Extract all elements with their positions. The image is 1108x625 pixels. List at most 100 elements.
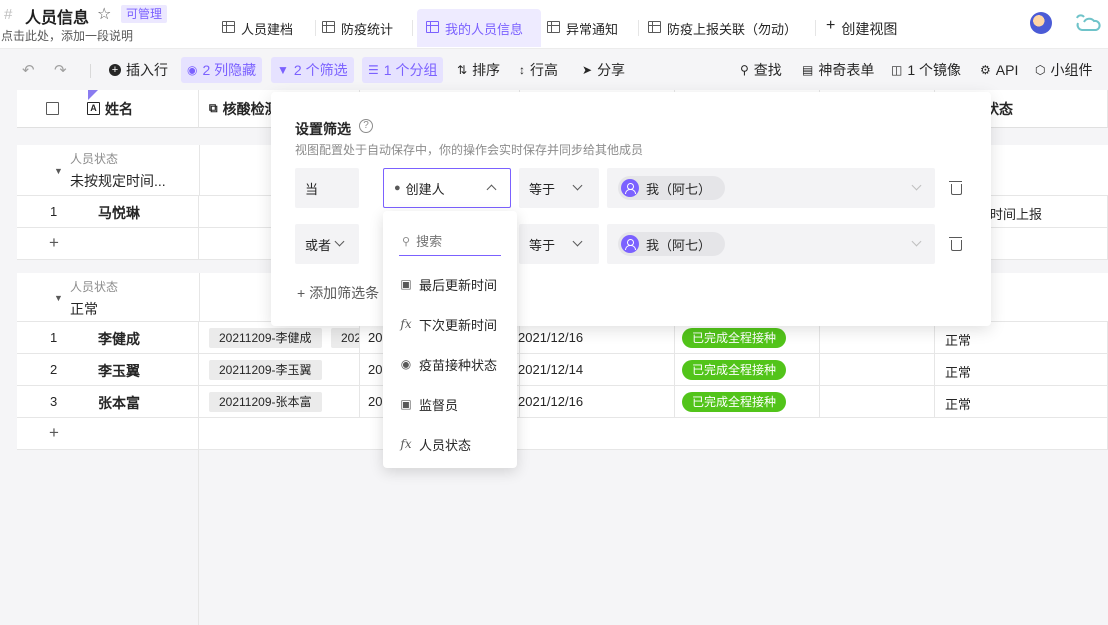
user-pill[interactable]: 我（阿七）	[618, 176, 726, 200]
api-icon: ⚙	[980, 63, 991, 77]
chevron-down-icon	[572, 180, 583, 191]
toolbar: ↶ ↷ + 插入行 ◉ 2 列隐藏 ▼ 2 个筛选 ☰ 1 个分组 ⇅ 排序 ↕…	[0, 48, 1108, 90]
group-button[interactable]: ☰ 1 个分组	[362, 57, 444, 83]
tab-divider	[315, 20, 316, 36]
nucleic-test-cell[interactable]: 20211209-李健成 202	[199, 322, 360, 354]
delete-condition-icon[interactable]	[949, 237, 962, 251]
tab-divider	[638, 20, 639, 36]
collapse-caret-icon[interactable]: ▼	[54, 166, 63, 176]
mirror-icon: ◫	[891, 63, 903, 77]
collapse-caret-icon[interactable]: ▼	[54, 293, 63, 303]
link-field-icon: ⧉	[209, 101, 218, 115]
filter-icon: ▼	[277, 63, 289, 77]
vaccine-status-cell[interactable]: 已完成全程接种	[675, 322, 820, 354]
dropdown-item-personnel-status[interactable]: fx 人员状态	[399, 434, 471, 454]
user-avatar-icon	[621, 179, 639, 197]
table-row[interactable]: 1 李健成	[17, 322, 199, 354]
help-icon[interactable]: ?	[359, 119, 373, 133]
filter-description: 视图配置处于自动保存中，你的操作会实时保存并同步给其他成员	[295, 143, 644, 157]
permission-badge: 可管理	[121, 5, 168, 23]
field-search-input[interactable]	[416, 233, 497, 249]
tab-divider	[412, 20, 413, 36]
dropdown-item-next-update[interactable]: fx 下次更新时间	[399, 314, 497, 334]
dropdown-item-last-updated[interactable]: ▣ 最后更新时间	[399, 274, 497, 294]
status-cell[interactable]: 正常	[935, 354, 1108, 386]
page-description[interactable]: 点击此处，添加一段说明	[1, 27, 133, 44]
api-button[interactable]: ⚙ API	[974, 57, 1024, 83]
cloud-logo-icon[interactable]	[1072, 14, 1102, 32]
sort-button[interactable]: ⇅ 排序	[451, 57, 506, 83]
table-cell[interactable]	[820, 322, 935, 354]
status-cell[interactable]: 正常	[935, 386, 1108, 418]
delete-condition-icon[interactable]	[949, 181, 962, 195]
select-all-checkbox[interactable]	[45, 102, 59, 115]
date-cell[interactable]: 2021/12/16	[518, 322, 675, 354]
chevron-down-icon	[334, 236, 345, 247]
date-cell[interactable]: 2021/12/16	[518, 386, 675, 418]
formula-icon: fx	[400, 437, 412, 451]
table-cell[interactable]	[820, 386, 935, 418]
dropdown-item-vaccine-status[interactable]: ◉ 疫苗接种状态	[399, 354, 497, 374]
status-cell[interactable]: 正常	[935, 322, 1108, 354]
widget-button[interactable]: ⬡ 小组件	[1029, 57, 1098, 83]
page-title[interactable]: 人员信息	[25, 4, 89, 28]
vaccine-status-cell[interactable]: 已完成全程接种	[675, 386, 820, 418]
table-row[interactable]: 2 李玉翼	[17, 354, 199, 386]
nucleic-test-cell[interactable]: 20211209-张本富	[199, 386, 360, 418]
hidden-columns-button[interactable]: ◉ 2 列隐藏	[181, 57, 263, 83]
add-row-button[interactable]: +	[17, 418, 199, 450]
status-badge: 已完成全程接种	[682, 392, 787, 412]
filter-button[interactable]: ▼ 2 个筛选	[271, 57, 354, 83]
formula-icon: fx	[400, 317, 412, 331]
tab-my-personnel-info[interactable]: 我的人员信息	[417, 9, 541, 47]
conjunction-select[interactable]: 或者	[295, 224, 359, 264]
table-cell[interactable]	[820, 354, 935, 386]
field-select[interactable]: ● 创建人	[383, 168, 511, 208]
create-view-button[interactable]: + 创建视图	[826, 9, 897, 47]
user-avatar[interactable]	[1030, 12, 1052, 34]
row-height-button[interactable]: ↕ 行高	[513, 57, 564, 83]
operator-select[interactable]: 等于	[519, 168, 599, 208]
status-badge: 已完成全程接种	[682, 360, 787, 380]
redo-icon[interactable]: ↷	[54, 61, 67, 79]
plus-icon: +	[297, 285, 306, 301]
find-button[interactable]: ⚲ 查找	[734, 57, 788, 83]
row-height-icon: ↕	[519, 63, 525, 77]
tab-epidemic-report-link[interactable]: 防疫上报关联（勿动）	[648, 9, 797, 47]
table-row[interactable]: 3 张本富	[17, 386, 199, 418]
field-dropdown: ⚲ ▣ 最后更新时间 fx 下次更新时间 ◉ 疫苗接种状态 ▣ 监督员 fx 人…	[383, 211, 517, 468]
share-button[interactable]: ➤ 分享	[576, 57, 631, 83]
add-condition-button[interactable]: + 添加筛选条	[297, 283, 379, 303]
operator-select[interactable]: 等于	[519, 224, 599, 264]
table-row[interactable]: 1 马悦琳	[17, 196, 199, 228]
mirror-button[interactable]: ◫ 1 个镜像	[885, 57, 967, 83]
magic-form-button[interactable]: ▤ 神奇表单	[796, 57, 880, 83]
field-search[interactable]: ⚲	[399, 227, 501, 256]
plus-icon: +	[826, 17, 836, 34]
value-select[interactable]: 我（阿七）	[607, 224, 935, 264]
vaccine-status-cell[interactable]: 已完成全程接种	[675, 354, 820, 386]
insert-row-button[interactable]: + 插入行	[103, 57, 174, 83]
add-row-button[interactable]: +	[17, 228, 199, 260]
nucleic-test-cell[interactable]: 20211209-李玉翼	[199, 354, 360, 386]
grid-view-icon	[648, 21, 661, 33]
sort-icon: ⇅	[457, 63, 468, 77]
add-row-filler	[199, 418, 1108, 450]
date-cell[interactable]: 2021/12/14	[518, 354, 675, 386]
send-icon: ➤	[582, 63, 593, 77]
filter-title: 设置筛选	[295, 121, 351, 137]
group-icon: ☰	[368, 63, 379, 77]
tab-divider	[815, 20, 816, 36]
tab-epidemic-stats[interactable]: 防疫统计	[322, 9, 393, 47]
primary-field-marker	[88, 90, 98, 100]
tab-personnel-records[interactable]: 人员建档	[222, 9, 293, 47]
undo-icon[interactable]: ↶	[22, 61, 35, 79]
tab-anomaly-notice[interactable]: 异常通知	[547, 9, 618, 47]
value-select[interactable]: 我（阿七）	[607, 168, 935, 208]
dropdown-item-supervisor[interactable]: ▣ 监督员	[399, 394, 458, 414]
name-column-header[interactable]: A 姓名	[17, 90, 199, 128]
eye-icon: ◉	[187, 63, 198, 77]
star-icon[interactable]: ☆	[97, 4, 111, 24]
user-pill[interactable]: 我（阿七）	[618, 232, 726, 256]
toolbar-divider	[90, 64, 91, 78]
